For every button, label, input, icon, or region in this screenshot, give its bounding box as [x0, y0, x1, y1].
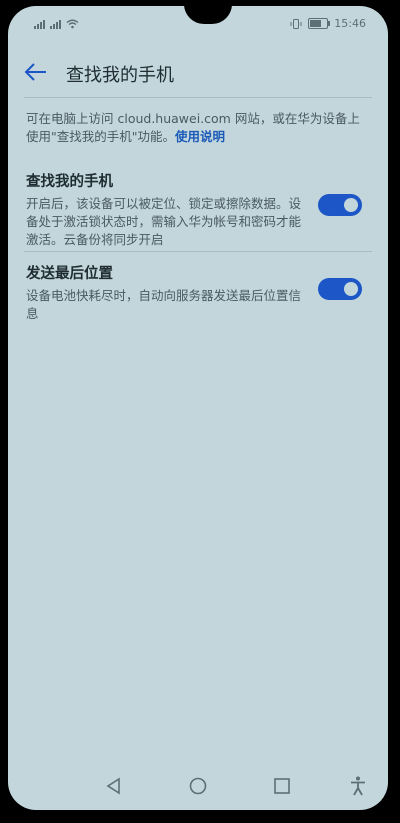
- back-arrow-icon[interactable]: [22, 58, 50, 86]
- status-time: 15:46: [334, 17, 366, 30]
- battery-icon: [308, 18, 331, 29]
- toggle-knob: [344, 282, 358, 296]
- toggle-knob: [344, 198, 358, 212]
- intro-text: 可在电脑上访问 cloud.huawei.com 网站，或在华为设备上使用"查找…: [26, 110, 372, 146]
- home-circle-icon[interactable]: [186, 774, 210, 798]
- signal-icon: [50, 18, 61, 29]
- status-bar-right: 15:46: [290, 17, 366, 30]
- setting-description: 开启后，该设备可以被定位、锁定或擦除数据。设备处于激活锁状态时，需输入华为帐号和…: [26, 196, 302, 247]
- recents-square-icon[interactable]: [270, 774, 294, 798]
- status-bar: 15:46: [8, 6, 388, 38]
- setting-divider: [24, 251, 372, 252]
- signal-icon: [34, 18, 45, 29]
- setting-description: 设备电池快耗尽时，自动向服务器发送最后位置信息: [26, 288, 302, 321]
- wifi-icon: [66, 19, 79, 28]
- navigation-bar: [8, 762, 388, 810]
- setting-title: 查找我的手机: [26, 174, 113, 190]
- usage-guide-link[interactable]: 使用说明: [175, 129, 225, 144]
- page-header: 查找我的手机: [8, 50, 388, 94]
- page-title: 查找我的手机: [66, 65, 174, 86]
- accessibility-icon[interactable]: [346, 774, 370, 798]
- header-divider: [24, 97, 372, 98]
- phone-screen: 15:46 查找我的手机 可在电脑上访问 cloud.huawei.com 网站…: [8, 6, 388, 810]
- setting-title: 发送最后位置: [26, 266, 113, 282]
- vibrate-icon: [290, 18, 302, 29]
- send-last-location-toggle[interactable]: [318, 278, 362, 300]
- back-triangle-icon[interactable]: [102, 774, 126, 798]
- find-my-phone-toggle[interactable]: [318, 194, 362, 216]
- status-bar-left: [34, 18, 79, 29]
